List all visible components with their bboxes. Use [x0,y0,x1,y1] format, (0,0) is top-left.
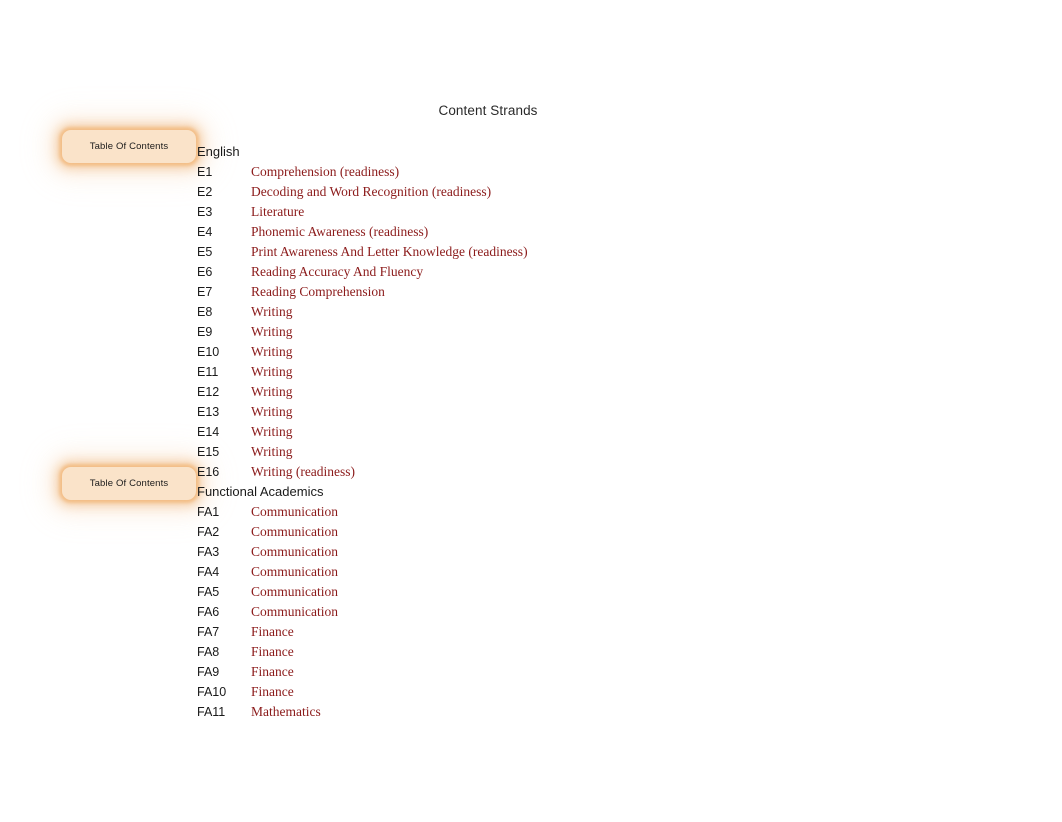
strand-code: E7 [197,285,213,299]
strand-name[interactable]: Communication [251,522,338,542]
strand-row[interactable]: E2 Decoding and Word Recognition (readine… [197,182,957,202]
strand-name[interactable]: Writing [251,442,292,462]
strand-name[interactable]: Writing [251,422,292,442]
strand-row[interactable]: E16 Writing (readiness) [197,462,957,482]
strand-row[interactable]: FA1 Communication [197,502,957,522]
strand-row[interactable]: E12 Writing [197,382,957,402]
strand-code: E5 [197,245,213,259]
page-title: Content Strands [438,103,538,118]
strand-name[interactable]: Literature [251,202,304,222]
strand-row[interactable]: E14 Writing [197,422,957,442]
strand-section: English E1 Comprehension (readiness) E2 Deco… [197,142,957,482]
strand-code: E9 [197,325,213,339]
strand-row[interactable]: E10 Writing [197,342,957,362]
strand-name[interactable]: Writing [251,342,292,362]
strand-name[interactable]: Writing [251,322,292,342]
strand-name[interactable]: Reading Accuracy And Fluency [251,262,423,282]
strand-name[interactable]: Finance [251,662,294,682]
strand-row[interactable]: E5 Print Awareness And Letter Knowledge (… [197,242,957,262]
strand-code: E8 [197,305,213,319]
strand-row[interactable]: E8 Writing [197,302,957,322]
strand-row[interactable]: E15 Writing [197,442,957,462]
strand-name[interactable]: Communication [251,542,338,562]
strand-code: FA6 [197,605,220,619]
strand-code: E11 [197,365,219,379]
strand-row[interactable]: E6 Reading Accuracy And Fluency [197,262,957,282]
strand-name[interactable]: Finance [251,622,294,642]
strand-row[interactable]: FA4 Communication [197,562,957,582]
strand-name[interactable]: Comprehension (readiness) [251,162,399,182]
strand-name[interactable]: Writing [251,362,292,382]
strand-code: FA1 [197,505,220,519]
strand-code: FA2 [197,525,220,539]
strand-code: E4 [197,225,213,239]
strand-name[interactable]: Writing (readiness) [251,462,355,482]
strand-row[interactable]: E13 Writing [197,402,957,422]
strand-name[interactable]: Finance [251,642,294,662]
table-of-contents-button-top[interactable]: Table Of Contents [62,130,196,163]
strand-code: E13 [197,405,220,419]
strand-name[interactable]: Reading Comprehension [251,282,385,302]
strand-code: E1 [197,165,213,179]
strand-name[interactable]: Communication [251,582,338,602]
strand-code: FA7 [197,625,220,639]
strand-row[interactable]: FA8 Finance [197,642,957,662]
strand-code: FA5 [197,585,220,599]
strand-row[interactable]: FA7 Finance [197,622,957,642]
strand-name[interactable]: Communication [251,602,338,622]
strand-section-heading: English [197,144,240,159]
strand-name[interactable]: Finance [251,682,294,702]
strand-code: E16 [197,465,220,479]
strand-code: FA9 [197,665,220,679]
strand-name[interactable]: Phonemic Awareness (readiness) [251,222,428,242]
strand-name[interactable]: Writing [251,402,292,422]
strand-name[interactable]: Communication [251,562,338,582]
strand-code: E6 [197,265,213,279]
strand-section-heading: Functional Academics [197,484,324,499]
strand-code: FA3 [197,545,220,559]
content-strand-list: English E1 Comprehension (readiness) E2 Deco… [197,142,957,722]
strand-code: E12 [197,385,220,399]
strand-row[interactable]: E9 Writing [197,322,957,342]
strand-name[interactable]: Mathematics [251,702,321,722]
strand-row[interactable]: FA5 Communication [197,582,957,602]
strand-row[interactable]: FA11 Mathematics [197,702,957,722]
table-of-contents-button-bottom[interactable]: Table Of Contents [62,467,196,500]
strand-row[interactable]: FA9 Finance [197,662,957,682]
strand-row[interactable]: E4 Phonemic Awareness (readiness) [197,222,957,242]
strand-code: E3 [197,205,213,219]
strand-row[interactable]: E3 Literature [197,202,957,222]
strand-code: E14 [197,425,220,439]
table-of-contents-label: Table Of Contents [89,141,169,152]
strand-code: E2 [197,185,213,199]
strand-name[interactable]: Writing [251,382,292,402]
strand-code: FA8 [197,645,220,659]
strand-section: Functional Academics FA1 Communication FA2 C… [197,482,957,722]
strand-code: FA11 [197,705,226,719]
strand-code: FA4 [197,565,220,579]
strand-row[interactable]: E11 Writing [197,362,957,382]
strand-code: FA10 [197,685,227,699]
strand-name[interactable]: Decoding and Word Recognition (readiness… [251,182,491,202]
strand-row[interactable]: FA3 Communication [197,542,957,562]
strand-name[interactable]: Communication [251,502,338,522]
strand-row[interactable]: FA2 Communication [197,522,957,542]
strand-row[interactable]: FA10 Finance [197,682,957,702]
strand-name[interactable]: Print Awareness And Letter Knowledge (re… [251,242,528,262]
strand-row[interactable]: FA6 Communication [197,602,957,622]
strand-code: E15 [197,445,220,459]
strand-row[interactable]: E7 Reading Comprehension [197,282,957,302]
table-of-contents-label: Table Of Contents [89,478,169,489]
strand-code: E10 [197,345,220,359]
strand-row[interactable]: E1 Comprehension (readiness) [197,162,957,182]
strand-name[interactable]: Writing [251,302,292,322]
